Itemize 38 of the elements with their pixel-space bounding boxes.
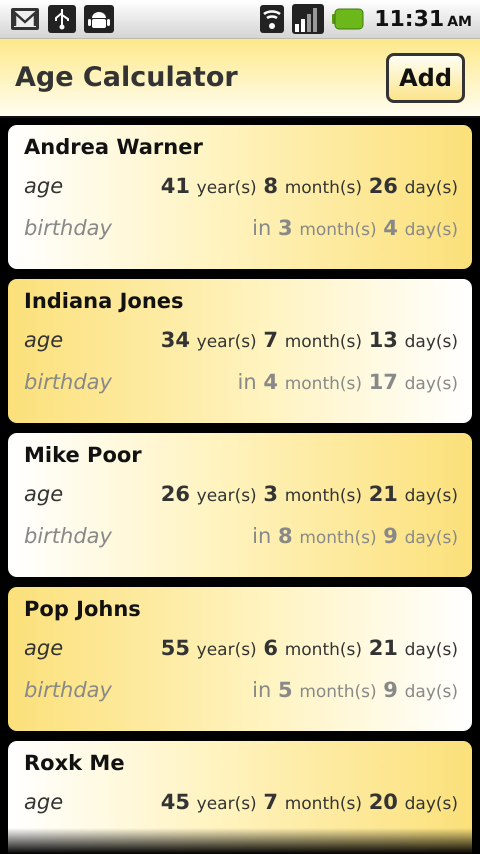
age-value: 41 year(s) 8 month(s) 26 day(s) [160, 173, 458, 200]
usb-icon [48, 5, 76, 33]
person-card[interactable]: Andrea Warner age 41 year(s) 8 month(s) 26 day(s) birthday in 3 month(s) 4 day(s) [8, 125, 472, 269]
person-card[interactable]: Pop Johns age 55 year(s) 6 month(s) 21 day(s) birthday in 5 month(s) 9 day(s) [8, 587, 472, 731]
person-name: Pop Johns [24, 597, 142, 621]
age-label: age [24, 789, 64, 816]
age-label: age [24, 481, 64, 508]
age-value: 34 year(s) 7 month(s) 13 day(s) [160, 327, 458, 354]
android-icon [84, 5, 114, 33]
person-card[interactable]: Mike Poor age 26 year(s) 3 month(s) 21 day(s) birthday in 8 month(s) 9 day(s) [8, 433, 472, 577]
person-card[interactable]: Indiana Jones age 34 year(s) 7 month(s) 13 day(s) birthday in 4 month(s) 17 day(s) [8, 279, 472, 423]
birthday-label: birthday [24, 369, 112, 396]
clock-period: AM [447, 14, 472, 30]
person-name: Andrea Warner [24, 135, 204, 159]
birthday-value: in 4 month(s) 17 day(s) [238, 369, 458, 396]
add-button[interactable]: Add [386, 52, 465, 102]
mail-icon [10, 6, 40, 32]
age-label: age [24, 635, 64, 662]
app-title: Age Calculator [15, 62, 238, 93]
age-label: age [24, 173, 64, 200]
birthday-value: in 8 month(s) 9 day(s) [252, 523, 458, 550]
age-label: age [24, 327, 64, 354]
age-value: 45 year(s) 7 month(s) 20 day(s) [160, 789, 458, 816]
age-value: 55 year(s) 6 month(s) 21 day(s) [160, 635, 458, 662]
person-name: Mike Poor [24, 443, 143, 467]
birthday-value: in 5 month(s) 9 day(s) [252, 677, 458, 704]
birthday-label: birthday [24, 215, 112, 242]
person-name: Indiana Jones [24, 289, 185, 313]
signal-icon [292, 4, 324, 34]
age-value: 26 year(s) 3 month(s) 21 day(s) [160, 481, 458, 508]
person-name: Roxk Me [24, 751, 126, 775]
person-card[interactable]: Roxk Me age 45 year(s) 7 month(s) 20 day(s) [8, 741, 472, 854]
birthday-label: birthday [24, 523, 112, 550]
birthday-label: birthday [24, 677, 112, 704]
battery-icon [332, 8, 364, 30]
clock-time: 11:31 [374, 6, 444, 32]
wifi-icon [260, 5, 284, 33]
birthday-value: in 3 month(s) 4 day(s) [252, 215, 458, 242]
